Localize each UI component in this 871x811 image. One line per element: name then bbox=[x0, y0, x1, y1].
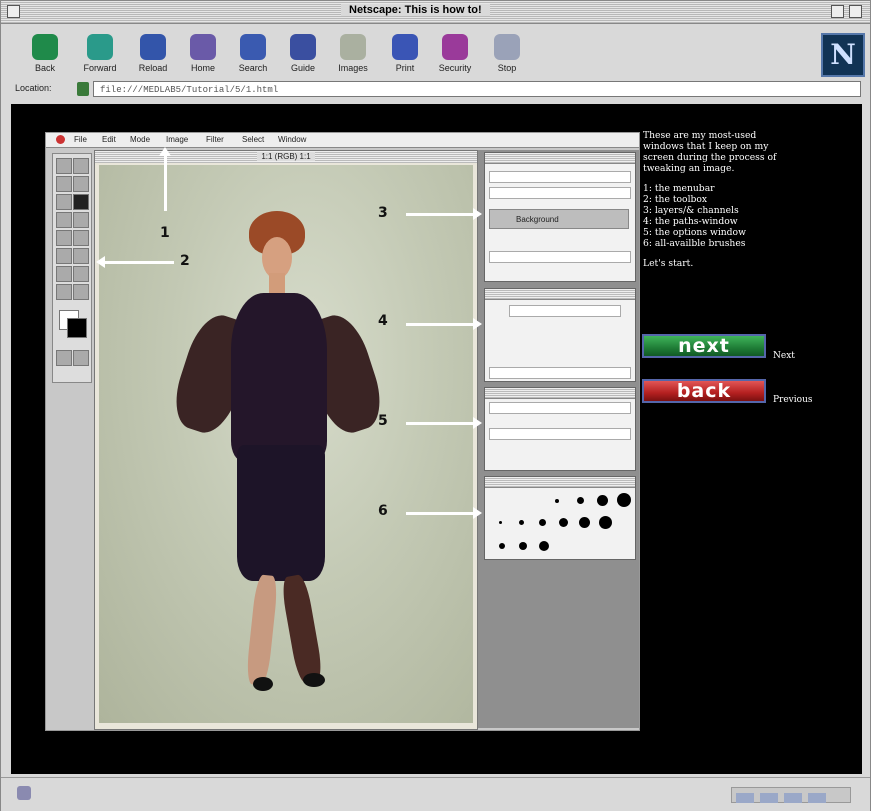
home-icon bbox=[190, 34, 216, 60]
close-box-icon[interactable] bbox=[7, 5, 20, 18]
navigator-icon[interactable] bbox=[736, 793, 754, 803]
reload-button[interactable]: Reload bbox=[129, 30, 177, 76]
netscape-logo-icon[interactable]: N bbox=[821, 33, 865, 77]
window-title: Netscape: This is how to! bbox=[341, 4, 490, 16]
print-button[interactable]: Print bbox=[381, 30, 429, 76]
images-button[interactable]: Images bbox=[329, 30, 377, 76]
ps-image-title: 1:1 (RGB) 1:1 bbox=[95, 151, 477, 163]
discussions-icon[interactable] bbox=[808, 793, 826, 803]
callout-2: 2 bbox=[180, 253, 190, 269]
layer-background: Background bbox=[489, 209, 629, 229]
images-icon bbox=[340, 34, 366, 60]
stop-button[interactable]: Stop bbox=[483, 30, 531, 76]
callout-arrow-4 bbox=[406, 318, 482, 330]
title-bar[interactable]: Netscape: This is how to! bbox=[1, 1, 870, 24]
location-input[interactable]: file:///MEDLAB5/Tutorial/5/1.html bbox=[93, 81, 861, 97]
ps-menu-select: Select bbox=[242, 135, 265, 144]
next-button[interactable]: next bbox=[642, 334, 766, 358]
ps-menu-window: Window bbox=[278, 135, 307, 144]
component-bar[interactable] bbox=[731, 787, 851, 803]
bookmark-icon[interactable] bbox=[77, 82, 89, 96]
ps-menu-edit: Edit bbox=[102, 135, 116, 144]
guide-icon bbox=[290, 34, 316, 60]
search-button[interactable]: Search bbox=[229, 30, 277, 76]
ps-menu-image: Image bbox=[166, 135, 189, 144]
list-item: 3: layers/& channels bbox=[643, 205, 739, 216]
back-icon bbox=[32, 34, 58, 60]
forward-button[interactable]: Forward bbox=[76, 30, 124, 76]
navigation-toolbar: Back Forward Reload Home Search Guide Im… bbox=[11, 26, 818, 78]
ps-toolbox bbox=[52, 153, 92, 383]
home-button[interactable]: Home bbox=[179, 30, 227, 76]
search-icon bbox=[240, 34, 266, 60]
ps-menu-file: File bbox=[74, 135, 87, 144]
mail-icon[interactable] bbox=[760, 793, 778, 803]
guide-button[interactable]: Guide bbox=[279, 30, 327, 76]
back-nav-button[interactable]: back bbox=[642, 379, 766, 403]
ps-menu-mode: Mode bbox=[130, 135, 151, 144]
ps-menubar: File Edit Mode Image Filter Select Windo… bbox=[46, 133, 639, 148]
intro-text: These are my most-used windows that I ke… bbox=[643, 130, 777, 174]
callout-6: 6 bbox=[378, 503, 388, 519]
stop-icon bbox=[494, 34, 520, 60]
list-item: 5: the options window bbox=[643, 227, 746, 238]
status-bar bbox=[1, 777, 870, 811]
print-icon bbox=[392, 34, 418, 60]
location-label: Location: bbox=[15, 83, 52, 93]
ps-image-window: 1:1 (RGB) 1:1 bbox=[94, 150, 478, 730]
previous-caption[interactable]: Previous bbox=[773, 395, 812, 405]
security-button[interactable]: Security bbox=[431, 30, 479, 76]
callout-5: 5 bbox=[378, 413, 388, 429]
tutorial-text: These are my most-used windows that I ke… bbox=[643, 130, 781, 278]
callout-arrow-1 bbox=[159, 147, 171, 211]
location-bar: Location: file:///MEDLAB5/Tutorial/5/1.h… bbox=[11, 81, 862, 99]
callout-1: 1 bbox=[160, 225, 170, 241]
ps-options-panel bbox=[484, 387, 636, 471]
next-caption[interactable]: Next bbox=[773, 351, 795, 361]
callout-arrow-2 bbox=[96, 256, 174, 268]
page-content: File Edit Mode Image Filter Select Windo… bbox=[11, 104, 862, 774]
list-item: 6: all-availble brushes bbox=[643, 238, 746, 249]
callout-3: 3 bbox=[378, 205, 388, 221]
callout-arrow-6 bbox=[406, 507, 482, 519]
reload-icon bbox=[140, 34, 166, 60]
outro-text: Let's start. bbox=[643, 258, 694, 269]
apple-menu-icon bbox=[56, 135, 65, 144]
security-icon bbox=[442, 34, 468, 60]
callout-4: 4 bbox=[378, 313, 388, 329]
list-item: 1: the menubar bbox=[643, 183, 715, 194]
ps-brushes-panel bbox=[484, 476, 636, 560]
window-list: 1: the menubar 2: the toolbox 3: layers/… bbox=[643, 183, 781, 249]
forward-icon bbox=[87, 34, 113, 60]
photoshop-screenshot: File Edit Mode Image Filter Select Windo… bbox=[45, 132, 640, 731]
collapse-box-icon[interactable] bbox=[849, 5, 862, 18]
back-button[interactable]: Back bbox=[21, 30, 69, 76]
callout-arrow-3 bbox=[406, 208, 482, 220]
browser-window: Netscape: This is how to! Back Forward R… bbox=[0, 0, 871, 811]
ps-paths-panel bbox=[484, 288, 636, 382]
security-lock-icon[interactable] bbox=[17, 786, 31, 800]
list-item: 4: the paths-window bbox=[643, 216, 738, 227]
composer-icon[interactable] bbox=[784, 793, 802, 803]
list-item: 2: the toolbox bbox=[643, 194, 708, 205]
photo-of-model bbox=[99, 165, 473, 723]
ps-menu-filter: Filter bbox=[206, 135, 224, 144]
ps-layers-panel: Background bbox=[484, 152, 636, 282]
callout-arrow-5 bbox=[406, 417, 482, 429]
zoom-box-icon[interactable] bbox=[831, 5, 844, 18]
